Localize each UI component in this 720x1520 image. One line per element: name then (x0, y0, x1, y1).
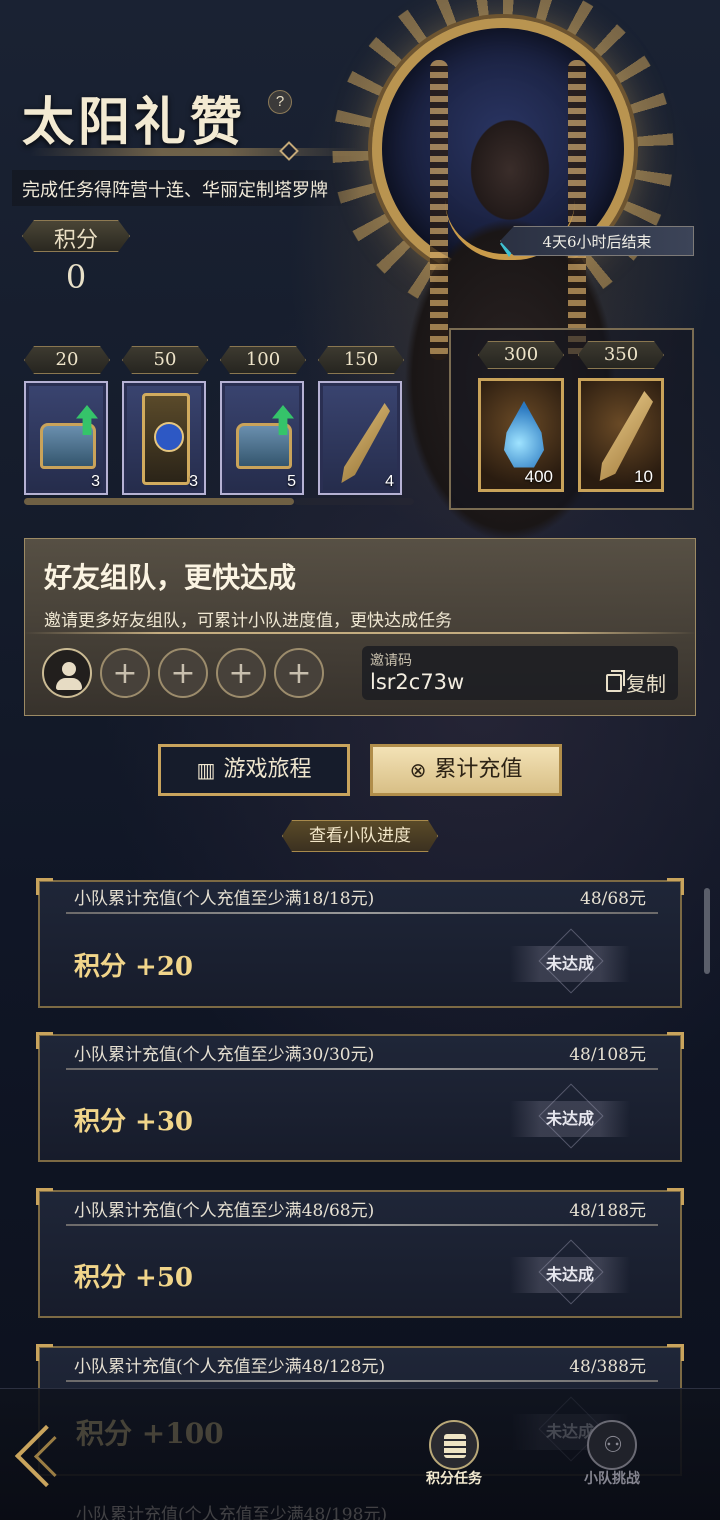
task-divider (66, 1380, 658, 1382)
points-progress-track (294, 498, 414, 505)
team-description: 邀请更多好友组队，可累计小队进度值，更快达成任务 (44, 611, 452, 631)
scrollbar[interactable] (704, 888, 710, 974)
task-progress: 48/388元 (569, 1357, 646, 1377)
copy-icon (606, 669, 625, 692)
task-points: 积分 +100 (76, 1417, 224, 1450)
task-points: 积分 +50 (74, 1263, 194, 1293)
reward-threshold: 350 (578, 341, 664, 369)
plus-icon: + (228, 656, 254, 691)
tarot-card-icon (142, 393, 190, 485)
invite-code-value: lsr2c73w (370, 670, 465, 694)
nav-points-tasks[interactable]: 积分任务 (414, 1420, 494, 1490)
task-points: 积分 +30 (74, 1107, 194, 1137)
reward-card[interactable]: 3 (24, 381, 108, 495)
add-member-button[interactable]: + (216, 648, 266, 698)
page-title: 太阳礼赞 (22, 92, 247, 153)
team-title: 好友组队，更快达成 (44, 561, 297, 594)
reward-count: 3 (189, 473, 198, 490)
back-button[interactable] (18, 1420, 82, 1484)
task-title: 小队累计充值(个人充值至少满18/18元) (74, 889, 375, 909)
nav-team-challenge[interactable]: ⚇ 小队挑战 (572, 1420, 652, 1490)
add-member-button[interactable]: + (274, 648, 324, 698)
task-title: 小队累计充值(个人充值至少满48/128元) (74, 1357, 386, 1377)
help-icon[interactable]: ? (268, 90, 292, 114)
task-status-badge: 未达成 (510, 946, 630, 982)
user-icon-body (56, 678, 82, 690)
task-divider (66, 912, 658, 914)
grand-reward-card[interactable]: 10 (578, 378, 664, 492)
recharge-icon: ⊗ (409, 758, 427, 782)
title-divider (30, 148, 360, 156)
task-divider (66, 1068, 658, 1070)
score-value: 0 (65, 258, 87, 296)
view-team-progress-button[interactable]: 查看小队进度 (282, 820, 438, 852)
avatar[interactable] (42, 648, 92, 698)
reward-card[interactable]: 3 (122, 381, 206, 495)
reward-threshold: 300 (478, 341, 564, 369)
task-status-badge: 未达成 (510, 1257, 630, 1293)
event-subtitle: 完成任务得阵营十连、华丽定制塔罗牌 (22, 180, 328, 201)
task-divider (66, 1224, 658, 1226)
reward-threshold: 100 (220, 346, 306, 374)
reward-count: 5 (287, 473, 296, 490)
invite-code-label: 邀请码 (370, 653, 412, 669)
copy-label: 复制 (626, 672, 666, 696)
task-status-badge: 未达成 (510, 1101, 630, 1137)
reward-threshold: 50 (122, 346, 208, 374)
tab-label: 游戏旅程 (223, 757, 312, 782)
team-divider (24, 632, 696, 634)
grand-reward-card[interactable]: 400 (478, 378, 564, 492)
event-timer: 4天6小时后结束 (542, 233, 652, 251)
task-title: 小队累计充值(个人充值至少满48/68元) (74, 1201, 375, 1221)
reward-count: 400 (524, 467, 553, 486)
task-points: 积分 +20 (74, 952, 194, 982)
points-progress-bar (24, 498, 294, 505)
task-title: 小队累计充值(个人充值至少满48/198元) (76, 1505, 388, 1520)
coin-stack-icon (429, 1420, 479, 1470)
reward-count: 4 (385, 473, 394, 490)
reward-count: 10 (634, 467, 653, 486)
reward-count: 3 (91, 473, 100, 490)
task-progress: 48/68元 (580, 889, 646, 909)
tab-label: 累计充值 (434, 757, 523, 782)
task-title: 小队累计充值(个人充值至少满30/30元) (74, 1045, 375, 1065)
task-progress: 48/188元 (569, 1201, 646, 1221)
task-progress: 48/108元 (569, 1045, 646, 1065)
copy-button[interactable]: 复制 (606, 668, 666, 697)
plus-icon: + (286, 656, 312, 691)
nav-label: 积分任务 (426, 1471, 482, 1487)
user-icon (62, 662, 76, 676)
score-label: 积分 (53, 228, 98, 253)
reward-threshold: 20 (24, 346, 110, 374)
reward-card[interactable]: 4 (318, 381, 402, 495)
reward-card[interactable]: 5 (220, 381, 304, 495)
nav-label: 小队挑战 (584, 1471, 640, 1487)
crystal-drop-icon (504, 401, 544, 468)
feather-icon (341, 403, 390, 483)
tab-game-journey[interactable]: ▥ 游戏旅程 (158, 744, 350, 796)
add-member-button[interactable]: + (158, 648, 208, 698)
plus-icon: + (170, 656, 196, 691)
map-icon: ▥ (196, 758, 216, 782)
reward-threshold: 150 (318, 346, 404, 374)
add-member-button[interactable]: + (100, 648, 150, 698)
plus-icon: + (112, 656, 138, 691)
team-icon: ⚇ (587, 1420, 637, 1470)
tab-cumulative-recharge[interactable]: ⊗ 累计充值 (370, 744, 562, 796)
